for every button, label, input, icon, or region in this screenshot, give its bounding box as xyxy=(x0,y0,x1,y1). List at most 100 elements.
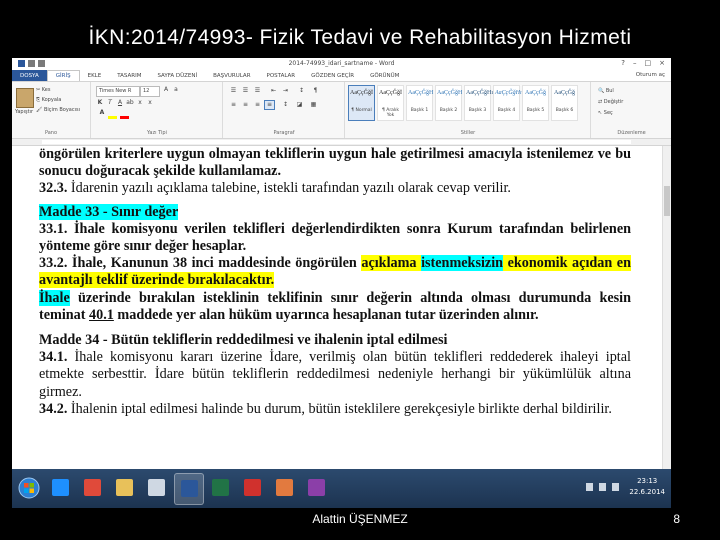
excel-icon xyxy=(212,479,229,496)
file-explorer-icon xyxy=(116,479,133,496)
decrease-indent-icon[interactable]: ⇤ xyxy=(268,86,279,96)
shading-icon[interactable]: ◪ xyxy=(294,100,305,110)
find-button[interactable]: 🔍 Bul xyxy=(598,88,614,94)
highlight-color-icon[interactable] xyxy=(108,116,117,119)
taskbar-button[interactable] xyxy=(174,473,204,505)
tab-mailings[interactable]: POSTALAR xyxy=(259,70,304,81)
tab-review[interactable]: GÖZDEN GEÇİR xyxy=(303,70,362,81)
paste-button[interactable]: Yapıştır xyxy=(15,109,33,115)
style-heading-6[interactable]: AaÇçĞğ Başlık 6 xyxy=(551,85,578,121)
style-no-spacing[interactable]: AaÇçĞğİ ¶ Aralık Yok xyxy=(377,85,404,121)
justify-icon[interactable]: ≡ xyxy=(264,100,275,110)
taskbar-button[interactable] xyxy=(110,473,138,503)
internet-explorer-icon xyxy=(52,479,69,496)
reference-link: 40.1 xyxy=(89,306,114,323)
style-heading-4[interactable]: AaÇçĞğHı Başlık 4 xyxy=(493,85,522,121)
numbering-icon[interactable]: ☰ xyxy=(240,86,251,96)
highlighted-text: İhale xyxy=(39,289,70,306)
tab-file[interactable]: DOSYA xyxy=(12,70,47,81)
windows-start-icon[interactable] xyxy=(18,477,40,499)
close-button[interactable]: × xyxy=(659,59,665,67)
taskbar-button[interactable] xyxy=(78,473,106,503)
italic-button[interactable]: T xyxy=(106,99,114,107)
underline-button[interactable]: A xyxy=(116,99,124,107)
paragraph-continued: öngörülen kriterlere uygun olmayan tekli… xyxy=(39,146,631,180)
borders-icon[interactable]: ▦ xyxy=(308,100,319,110)
clause-text: İhale komisyonu verilen teklifleri değer… xyxy=(39,220,631,255)
paragraph-group-label: Paragraf xyxy=(273,130,295,136)
vertical-scrollbar[interactable] xyxy=(662,146,671,508)
style-heading-1[interactable]: AaÇçĞğH Başlık 1 xyxy=(406,85,433,121)
tab-design[interactable]: TASARIM xyxy=(109,70,149,81)
tab-insert[interactable]: EKLE xyxy=(80,70,110,81)
align-center-icon[interactable]: ≡ xyxy=(240,100,251,110)
multilevel-list-icon[interactable]: ☰ xyxy=(252,86,263,96)
text-effects-icon[interactable]: A xyxy=(98,109,106,117)
document-area[interactable]: öngörülen kriterlere uygun olmayan tekli… xyxy=(12,146,671,508)
editing-group-label: Düzenleme xyxy=(617,130,646,136)
sign-in-link[interactable]: Oturum aç xyxy=(636,72,665,78)
tray-flag-icon[interactable] xyxy=(586,483,593,491)
document-title: 2014-74993_idari_sartname - Word xyxy=(288,60,395,67)
tray-network-icon[interactable] xyxy=(599,483,606,491)
format-painter-button[interactable]: 🖌 Biçim Boyacısı xyxy=(36,107,80,113)
paragraph-33-1: 33.1. İhale komisyonu verilen teklifleri… xyxy=(39,221,631,255)
taskbar-button[interactable] xyxy=(142,473,170,503)
scrollbar-thumb[interactable] xyxy=(664,186,670,216)
taskbar-button[interactable] xyxy=(302,473,330,503)
style-normal[interactable]: AaÇçĞğİ ¶ Normal xyxy=(348,85,375,121)
taskbar-button[interactable] xyxy=(46,473,74,503)
tab-view[interactable]: GÖRÜNÜM xyxy=(362,70,407,81)
tab-references[interactable]: BAŞVURULAR xyxy=(205,70,258,81)
maximize-button[interactable]: □ xyxy=(645,59,652,67)
font-name-select[interactable]: Times New R xyxy=(96,86,140,97)
font-size-select[interactable]: 12 xyxy=(140,86,160,97)
style-name: ¶ Aralık Yok xyxy=(381,108,400,118)
taskbar-button[interactable] xyxy=(238,473,266,503)
tab-home[interactable]: GİRİŞ xyxy=(46,70,80,81)
copy-button[interactable]: ⎘ Kopyala xyxy=(36,97,61,103)
line-spacing-icon[interactable]: ↕ xyxy=(280,100,291,110)
word-window: 2014-74993_idari_sartname - Word ? – □ ×… xyxy=(12,58,671,508)
grow-font-icon[interactable]: A xyxy=(162,86,170,94)
show-marks-icon[interactable]: ¶ xyxy=(310,86,321,96)
taskbar-clock[interactable]: 23:13 22.6.2014 xyxy=(629,476,665,498)
cut-button[interactable]: ✂ Kes xyxy=(36,87,51,93)
style-heading-2[interactable]: AaÇçĞğH Başlık 2 xyxy=(435,85,462,121)
tray-volume-icon[interactable] xyxy=(612,483,619,491)
style-heading-3[interactable]: AaÇçĞğHı Başlık 3 xyxy=(464,85,493,121)
select-button[interactable]: ↖ Seç xyxy=(598,110,613,116)
styles-group: AaÇçĞğİ ¶ Normal AaÇçĞğİ ¶ Aralık Yok Aa… xyxy=(346,82,591,138)
paste-icon[interactable] xyxy=(16,88,34,108)
increase-indent-icon[interactable]: ⇥ xyxy=(280,86,291,96)
tab-layout[interactable]: SAYFA DÜZENİ xyxy=(149,70,205,81)
shrink-font-icon[interactable]: a xyxy=(172,86,180,94)
superscript-button[interactable]: x xyxy=(146,99,154,107)
minimize-button[interactable]: – xyxy=(633,59,637,67)
align-right-icon[interactable]: ≡ xyxy=(252,100,263,110)
bold-button[interactable]: K xyxy=(96,99,104,107)
clause-text: İhale komisyonu kararı üzerine İdare, ve… xyxy=(39,349,631,400)
align-left-icon[interactable]: ≡ xyxy=(228,100,239,110)
font-group: Times New R 12 A a K T A ab x x A Yazı T… xyxy=(92,82,223,138)
select-label: Seç xyxy=(603,110,613,116)
font-color-icon[interactable] xyxy=(120,116,129,119)
help-button[interactable]: ? xyxy=(621,59,625,67)
strikethrough-button[interactable]: ab xyxy=(126,99,134,107)
document-page[interactable]: öngörülen kriterlere uygun olmayan tekli… xyxy=(39,146,631,508)
replace-button[interactable]: ⇄ Değiştir xyxy=(598,99,623,105)
clock-date: 22.6.2014 xyxy=(629,488,665,496)
sort-icon[interactable]: ↕ xyxy=(296,86,307,96)
format-painter-label: Biçim Boyacısı xyxy=(43,107,80,113)
bullets-icon[interactable]: ☰ xyxy=(228,86,239,96)
clause-text: İhalenin iptal edilmesi halinde bu durum… xyxy=(67,400,612,417)
taskbar-button[interactable] xyxy=(270,473,298,503)
window-app-icon xyxy=(148,479,165,496)
subscript-button[interactable]: x xyxy=(136,99,144,107)
photos-icon xyxy=(276,479,293,496)
horizontal-ruler[interactable] xyxy=(12,139,671,146)
style-name: Başlık 6 xyxy=(555,108,574,113)
taskbar-button[interactable] xyxy=(206,473,234,503)
media-app-icon xyxy=(308,479,325,496)
style-heading-5[interactable]: AaÇçĞğ Başlık 5 xyxy=(522,85,549,121)
